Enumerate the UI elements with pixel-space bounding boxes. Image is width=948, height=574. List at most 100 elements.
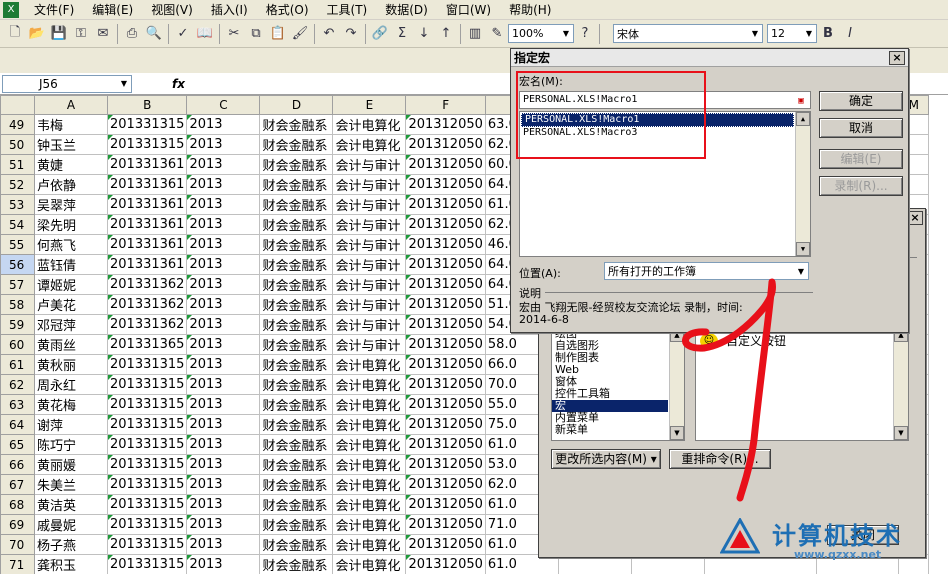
cell[interactable]: 财会金融系 <box>259 514 334 535</box>
cell[interactable]: 201312050 <box>405 254 486 275</box>
cell[interactable]: 财会金融系 <box>259 334 334 355</box>
cell[interactable]: 2013 <box>186 334 261 355</box>
cell[interactable]: 201312050 <box>405 474 486 495</box>
cell[interactable]: 201312050 <box>405 454 486 475</box>
row-header[interactable]: 69 <box>0 514 35 535</box>
chart-wizard-icon[interactable]: ▥ <box>464 23 486 45</box>
row-header[interactable]: 51 <box>0 154 35 175</box>
row-header[interactable]: 54 <box>0 214 35 235</box>
cell[interactable]: 201331315 <box>106 554 188 574</box>
cell[interactable]: 卢依静 <box>34 174 108 195</box>
cell[interactable]: 2013 <box>186 374 261 395</box>
cell[interactable]: 2013 <box>186 414 261 435</box>
save-icon[interactable]: 💾 <box>48 23 70 45</box>
cell[interactable]: 陈巧宁 <box>34 434 108 455</box>
cell[interactable]: 2013 <box>186 254 261 275</box>
cell[interactable]: 201331365 <box>106 334 188 355</box>
format-painter-icon[interactable]: 🖌 <box>289 23 311 45</box>
cell[interactable]: 2013 <box>186 554 261 574</box>
print-preview-icon[interactable]: 🔍 <box>143 23 165 45</box>
cell[interactable]: 会计电算化 <box>332 554 407 574</box>
cell[interactable]: 2013 <box>186 154 261 175</box>
cell[interactable]: 财会金融系 <box>259 194 334 215</box>
cell[interactable]: 201331315 <box>106 354 188 375</box>
column-header-d[interactable]: D <box>259 95 334 115</box>
cell[interactable]: 201331362 <box>106 294 188 315</box>
cell[interactable]: 卢美花 <box>34 294 108 315</box>
cell[interactable]: 201312050 <box>405 534 486 555</box>
cell[interactable]: 财会金融系 <box>259 294 334 315</box>
sort-ascending-icon[interactable]: ↓ <box>413 23 435 45</box>
cell[interactable]: 201331362 <box>106 314 188 335</box>
cell[interactable]: 财会金融系 <box>259 234 334 255</box>
cell[interactable]: 会计电算化 <box>332 394 407 415</box>
cell[interactable]: 财会金融系 <box>259 494 334 515</box>
cell[interactable]: 201312050 <box>405 414 486 435</box>
cell[interactable]: 谢萍 <box>34 414 108 435</box>
excel-app-icon[interactable]: X <box>3 1 19 18</box>
cell[interactable]: 财会金融系 <box>259 134 334 155</box>
cell[interactable]: 黄洁英 <box>34 494 108 515</box>
cell[interactable]: 2013 <box>186 354 261 375</box>
cell[interactable]: 黄雨丝 <box>34 334 108 355</box>
cell[interactable]: 201331361 <box>106 194 188 215</box>
modify-selection-button[interactable]: 更改所选内容(M) ▾ <box>551 449 661 469</box>
cell[interactable]: 201331315 <box>106 414 188 435</box>
help-icon[interactable]: ? <box>574 23 596 45</box>
cell[interactable]: 财会金融系 <box>259 434 334 455</box>
paste-icon[interactable]: 📋 <box>267 23 289 45</box>
cell[interactable]: 会计电算化 <box>332 134 407 155</box>
cell[interactable]: 财会金融系 <box>259 214 334 235</box>
cell[interactable]: 201331361 <box>106 254 188 275</box>
cell[interactable]: 财会金融系 <box>259 154 334 175</box>
cell[interactable]: 会计与审计 <box>332 214 407 235</box>
cell[interactable]: 2013 <box>186 514 261 535</box>
research-icon[interactable]: 📖 <box>194 23 216 45</box>
macro-list-scrollbar[interactable]: ▲ ▼ <box>795 112 810 256</box>
chevron-down-icon[interactable]: ▼ <box>559 25 573 42</box>
row-header[interactable]: 70 <box>0 534 35 555</box>
cell[interactable]: 201331315 <box>106 114 188 135</box>
cell[interactable]: 2013 <box>186 454 261 475</box>
cell[interactable]: 会计与审计 <box>332 334 407 355</box>
cell[interactable]: 2013 <box>186 274 261 295</box>
category-item[interactable]: 新菜单 <box>552 424 668 436</box>
cell[interactable]: 财会金融系 <box>259 174 334 195</box>
edit-button[interactable]: 编辑(E) <box>819 149 903 169</box>
cell[interactable]: 会计与审计 <box>332 254 407 275</box>
cell[interactable]: 2013 <box>186 474 261 495</box>
row-header[interactable]: 67 <box>0 474 35 495</box>
cell[interactable]: 财会金融系 <box>259 274 334 295</box>
cell[interactable]: 201331315 <box>106 534 188 555</box>
cell[interactable]: 201331315 <box>106 474 188 495</box>
column-header-b[interactable]: B <box>106 95 188 115</box>
row-header[interactable]: 65 <box>0 434 35 455</box>
cell[interactable]: 201331362 <box>106 274 188 295</box>
cell[interactable]: 201331315 <box>106 374 188 395</box>
cell[interactable]: 201312050 <box>405 114 486 135</box>
cell[interactable]: 黄丽媛 <box>34 454 108 475</box>
copy-icon[interactable]: ⧉ <box>245 23 267 45</box>
cell[interactable]: 财会金融系 <box>259 394 334 415</box>
redo-icon[interactable]: ↷ <box>340 23 362 45</box>
record-button[interactable]: 录制(R)... <box>819 176 903 196</box>
row-header[interactable]: 58 <box>0 294 35 315</box>
cell[interactable]: 201331315 <box>106 514 188 535</box>
cell[interactable]: 201312050 <box>405 554 486 574</box>
row-header[interactable]: 66 <box>0 454 35 475</box>
row-header[interactable]: 68 <box>0 494 35 515</box>
cell[interactable]: 201312050 <box>405 274 486 295</box>
cell[interactable]: 会计电算化 <box>332 514 407 535</box>
menu-insert[interactable]: 插入(I) <box>202 1 257 18</box>
cell[interactable]: 谭姬妮 <box>34 274 108 295</box>
cell[interactable]: 201312050 <box>405 374 486 395</box>
cell[interactable]: 会计电算化 <box>332 474 407 495</box>
ok-button[interactable]: 确定 <box>819 91 903 111</box>
cell[interactable]: 黄秋丽 <box>34 354 108 375</box>
cell[interactable]: 何燕飞 <box>34 234 108 255</box>
cell[interactable]: 201312050 <box>405 134 486 155</box>
cell[interactable]: 201331315 <box>106 394 188 415</box>
cell[interactable]: 201331315 <box>106 134 188 155</box>
cell[interactable]: 会计与审计 <box>332 194 407 215</box>
menu-help[interactable]: 帮助(H) <box>500 1 560 18</box>
